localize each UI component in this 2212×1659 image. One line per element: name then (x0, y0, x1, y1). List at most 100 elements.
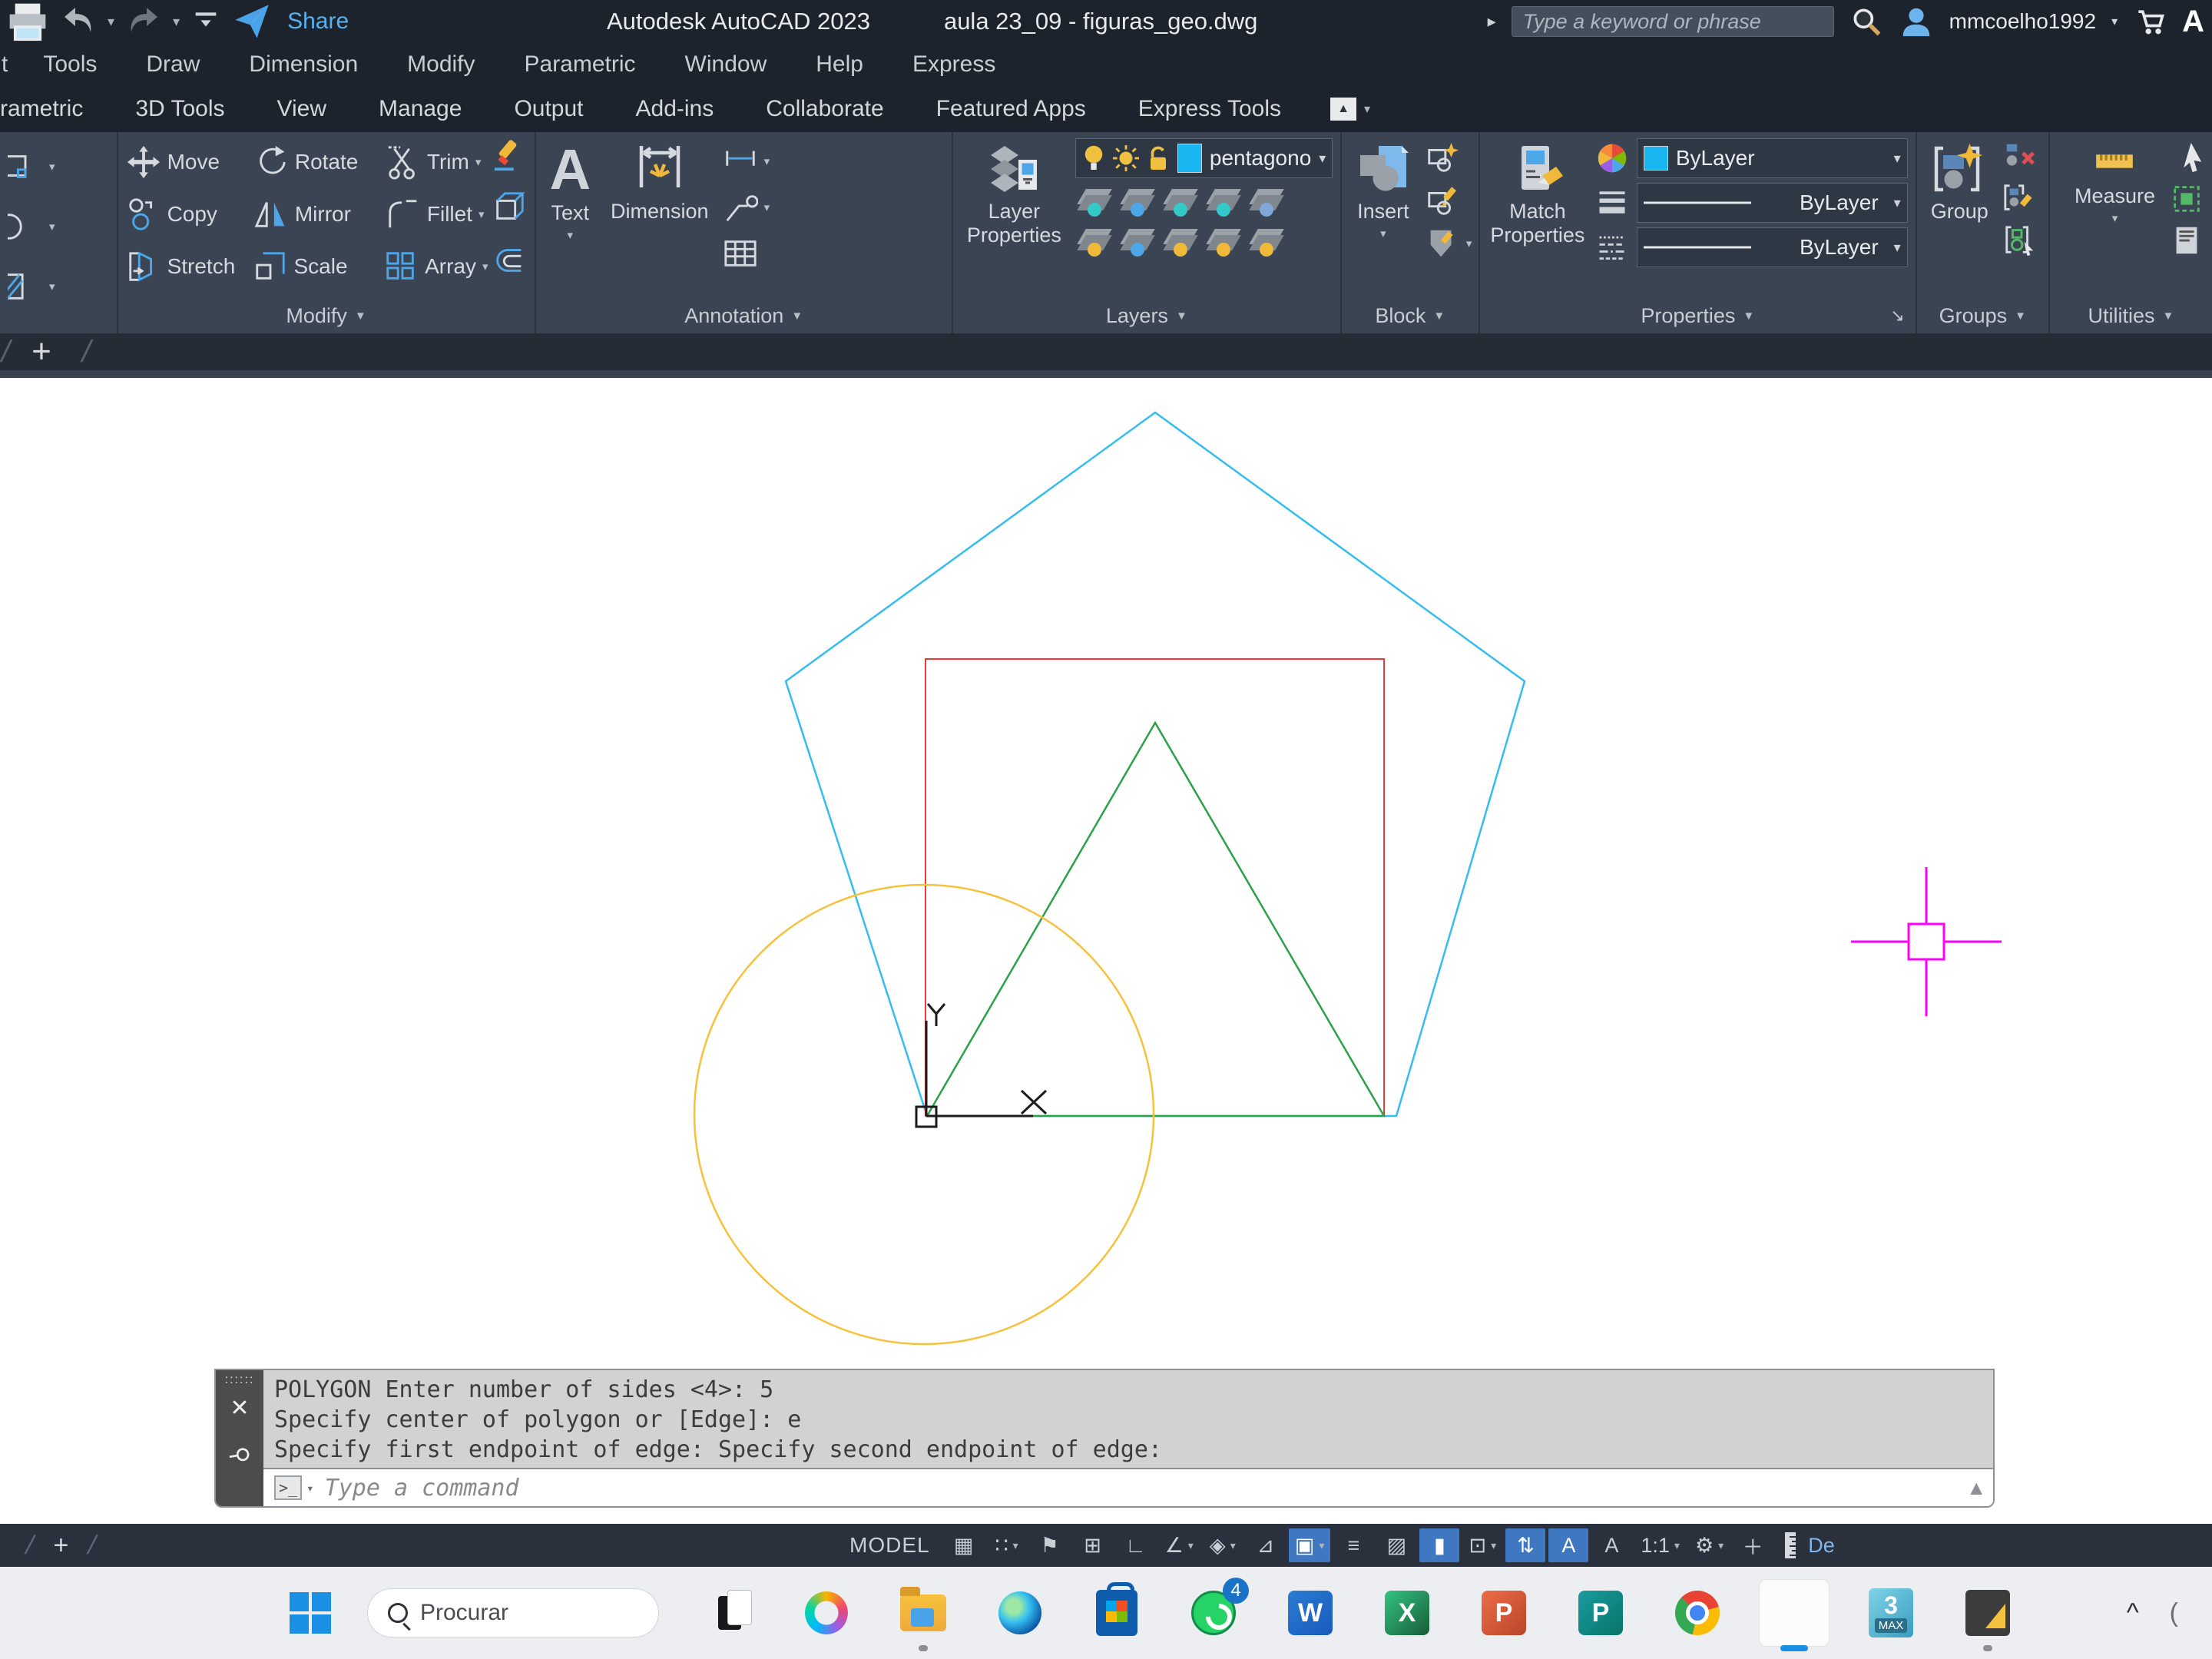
copilot-button[interactable] (802, 1588, 851, 1637)
username-label[interactable]: mmcoelho1992 (1949, 9, 2096, 34)
group-button[interactable]: Group (1925, 138, 1995, 298)
lineweight-icon[interactable] (1595, 186, 1629, 220)
wrench-icon[interactable]: ⚲ (225, 1445, 254, 1466)
command-panel-handle[interactable]: :::::: ✕ ⚲ (216, 1370, 263, 1506)
block-panel-label[interactable]: Block▼ (1342, 298, 1479, 333)
redo-icon[interactable] (125, 3, 162, 40)
edit-block-icon[interactable] (1425, 183, 1460, 218)
excel-button[interactable]: X (1382, 1588, 1432, 1637)
draw-hatch-icon[interactable] (8, 269, 43, 304)
color-wheel-icon[interactable] (1595, 141, 1629, 175)
taskbar-search[interactable]: Procurar (367, 1588, 659, 1637)
utilities-panel-label[interactable]: Utilities▼ (2050, 298, 2212, 333)
customize-qat-icon[interactable] (190, 6, 221, 37)
ribbon-tab-manage[interactable]: Manage (353, 96, 488, 122)
layer-select[interactable]: pentagono ▾ (1075, 138, 1333, 178)
groups-panel-label[interactable]: Groups▼ (1917, 298, 2048, 333)
move-button[interactable]: Move (126, 138, 250, 186)
store-button[interactable] (1092, 1588, 1141, 1637)
linear-dim-icon[interactable] (723, 144, 758, 179)
infer-constraints-toggle[interactable]: ⊞ (1073, 1528, 1113, 1562)
powerpoint-button[interactable]: P (1479, 1588, 1528, 1637)
grid-display-toggle[interactable]: ▦ (944, 1528, 984, 1562)
layer-current-icon[interactable] (1118, 223, 1161, 263)
rotate-button[interactable]: Rotate (253, 138, 382, 186)
menu-item-parametric[interactable]: Parametric (500, 51, 661, 78)
keyword-search-input[interactable]: Type a keyword or phrase (1512, 6, 1834, 37)
layer-on-all-icon[interactable] (1075, 223, 1118, 263)
drag-grip-icon[interactable]: :::::: (225, 1373, 255, 1387)
measure-button[interactable]: Measure▾ (2068, 138, 2161, 298)
layer-freeze-icon[interactable] (1161, 183, 1204, 223)
ribbon-tab-collaborate[interactable]: Collaborate (740, 96, 909, 122)
layer-unlock-icon[interactable] (1204, 223, 1247, 263)
ribbon-tab-output[interactable]: Output (488, 96, 609, 122)
undo-icon[interactable] (60, 3, 97, 40)
sketchbook-button[interactable] (1963, 1588, 2012, 1637)
ribbon-tab-3d-tools[interactable]: 3D Tools (109, 96, 250, 122)
group-selection-icon[interactable] (2002, 223, 2038, 258)
mirror-button[interactable]: Mirror (253, 190, 382, 238)
quick-calc-icon[interactable] (2169, 181, 2204, 217)
draw-rectangle-icon[interactable] (8, 149, 43, 184)
publisher-button[interactable]: P (1576, 1588, 1625, 1637)
task-view-button[interactable] (705, 1588, 754, 1637)
user-avatar[interactable] (1899, 4, 1934, 39)
print-icon[interactable] (6, 0, 49, 43)
drawing-canvas[interactable]: :::::: ✕ ⚲ POLYGON Enter number of sides… (0, 378, 2212, 1524)
transparency-toggle[interactable]: ▨ (1376, 1528, 1416, 1562)
whatsapp-button[interactable]: 4 (1189, 1588, 1238, 1637)
ribbon-tab-rametric[interactable]: rametric (0, 96, 109, 122)
autodesk-logo-icon[interactable]: A (2182, 5, 2204, 39)
start-button[interactable] (286, 1588, 335, 1637)
isolate-objects-toggle[interactable]: ＋ (1733, 1528, 1773, 1562)
array-button[interactable]: Array▾ (383, 243, 488, 290)
share-button[interactable]: Share (287, 8, 349, 35)
lineweight-select[interactable]: ByLayer▾ (1637, 183, 1908, 223)
menu-item-window[interactable]: Window (661, 51, 792, 78)
recent-commands-caret[interactable]: ▾ (306, 1481, 314, 1495)
isometric-drafting-toggle[interactable]: ◈▾ (1203, 1528, 1243, 1562)
undo-dropdown[interactable]: ▾ (108, 14, 114, 30)
annotation-visibility-toggle[interactable]: A (1548, 1528, 1588, 1562)
dimension-button[interactable]: Dimension (604, 138, 715, 298)
create-block-icon[interactable] (1425, 140, 1460, 175)
layer-match-icon[interactable] (1118, 183, 1161, 223)
dynamic-ucs-toggle[interactable]: ⇅ (1505, 1528, 1545, 1562)
file-explorer-button[interactable] (899, 1588, 948, 1637)
menu-item-dimension[interactable]: Dimension (224, 51, 382, 78)
object-color-select[interactable]: ByLayer▾ (1637, 138, 1908, 178)
edge-button[interactable] (995, 1588, 1045, 1637)
tray-chevron[interactable]: ^ (2127, 1598, 2139, 1628)
properties-panel-label[interactable]: Properties▼ ↘ (1480, 298, 1916, 333)
copy-button[interactable]: Copy (126, 190, 250, 238)
menu-item-tools[interactable]: Tools (18, 51, 121, 78)
annotation-panel-label[interactable]: Annotation▼ (536, 298, 952, 333)
layer-dropdown-caret[interactable]: ▾ (1319, 151, 1326, 167)
layer-off-icon[interactable] (1075, 183, 1118, 223)
menu-item-modify[interactable]: Modify (382, 51, 499, 78)
autocad-button[interactable]: ACAD (1770, 1588, 1819, 1637)
osnap-tracking-toggle[interactable]: ⊿ (1246, 1528, 1286, 1562)
command-line-panel[interactable]: :::::: ✕ ⚲ POLYGON Enter number of sides… (214, 1369, 1995, 1508)
match-properties-button[interactable]: Match Properties (1488, 138, 1588, 298)
layout-tabs[interactable]: /+/ (0, 1531, 837, 1561)
annotation-scale-toggle[interactable]: 1:1▾ (1634, 1528, 1686, 1562)
model-space-button[interactable]: MODEL (839, 1528, 941, 1562)
new-drawing-tab-button[interactable]: + (31, 333, 51, 371)
search-icon[interactable] (1849, 5, 1883, 38)
snap-mode-toggle[interactable]: ∷▾ (987, 1528, 1027, 1562)
command-input[interactable]: >_ ▾ Type a command ▲ (263, 1469, 1993, 1506)
selection-cycling-toggle[interactable]: ▮ (1419, 1528, 1459, 1562)
fillet-button[interactable]: Fillet▾ (386, 190, 488, 238)
ribbon-tab-add-ins[interactable]: Add-ins (610, 96, 740, 122)
layer-walk-icon[interactable] (1247, 223, 1290, 263)
id-point-icon[interactable] (2169, 223, 2204, 258)
user-dropdown[interactable]: ▾ (2111, 14, 2118, 29)
layers-panel-label[interactable]: Layers▼ (953, 298, 1340, 333)
linetype-select[interactable]: ByLayer▾ (1637, 227, 1908, 267)
modify-panel-label[interactable]: Modify▼ (118, 298, 535, 333)
3d-object-snap-toggle[interactable]: ⊡▾ (1462, 1528, 1502, 1562)
ribbon-collapse-button[interactable]: ▲▾ (1330, 98, 1370, 121)
ribbon-tab-view[interactable]: View (251, 96, 353, 122)
